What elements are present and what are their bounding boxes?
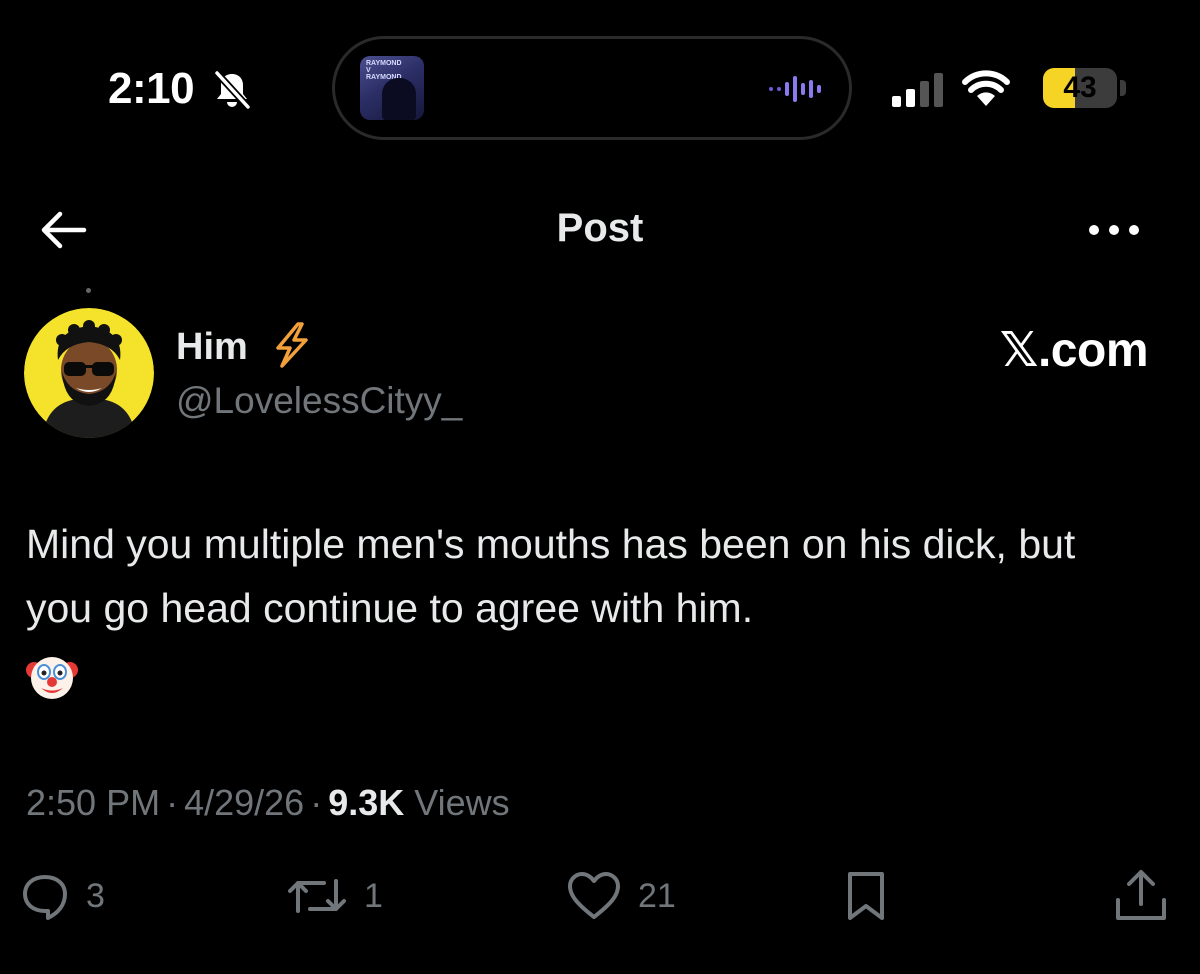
now-playing-album-art[interactable]: RAYMOND V RAYMOND bbox=[360, 56, 424, 120]
status-time: 2:10 bbox=[108, 64, 195, 113]
x-com-watermark: 𝕏.com bbox=[999, 324, 1149, 377]
share-icon bbox=[1116, 870, 1166, 920]
post-meta: 2:50 PM · 4/29/26 · 9.3K Views bbox=[26, 782, 510, 824]
author-handle[interactable]: @LovelessCityy_ bbox=[176, 380, 462, 422]
post-date[interactable]: 4/29/26 bbox=[184, 782, 304, 823]
reply-button[interactable]: 3 bbox=[20, 864, 105, 928]
avatar-dot bbox=[86, 288, 91, 293]
more-options-icon[interactable] bbox=[1086, 216, 1142, 244]
wifi-icon bbox=[962, 70, 1010, 106]
views-count: 9.3K bbox=[328, 782, 405, 823]
views-label: Views bbox=[414, 782, 510, 823]
avatar[interactable] bbox=[24, 308, 154, 438]
battery-nub bbox=[1120, 80, 1126, 96]
bookmark-button[interactable] bbox=[842, 864, 890, 928]
like-icon bbox=[568, 872, 620, 919]
lightning-bolt-icon bbox=[276, 322, 308, 368]
meta-separator: · bbox=[166, 782, 179, 823]
repost-icon bbox=[288, 879, 346, 913]
clown-face-icon bbox=[26, 657, 78, 699]
like-count: 21 bbox=[638, 876, 676, 915]
bell-slash-icon bbox=[214, 70, 251, 110]
share-button[interactable] bbox=[1112, 864, 1170, 928]
bookmark-icon bbox=[848, 872, 884, 920]
post-text: Mind you multiple men's mouths has been … bbox=[26, 521, 1076, 631]
post-time[interactable]: 2:50 PM bbox=[26, 782, 160, 823]
page-title: Post bbox=[556, 206, 644, 250]
meta-separator: · bbox=[310, 782, 323, 823]
battery-icon: 43 bbox=[1043, 68, 1117, 108]
repost-count: 1 bbox=[364, 876, 383, 915]
author-name[interactable]: Him bbox=[176, 326, 248, 369]
repost-button[interactable]: 1 bbox=[286, 864, 383, 928]
cellular-signal-icon bbox=[892, 73, 943, 107]
like-button[interactable]: 21 bbox=[566, 864, 676, 928]
waveform-icon bbox=[769, 76, 821, 102]
reply-icon bbox=[23, 875, 67, 920]
album-art-figure bbox=[382, 78, 416, 120]
reply-count: 3 bbox=[86, 876, 105, 915]
battery-percent: 43 bbox=[1063, 71, 1097, 104]
